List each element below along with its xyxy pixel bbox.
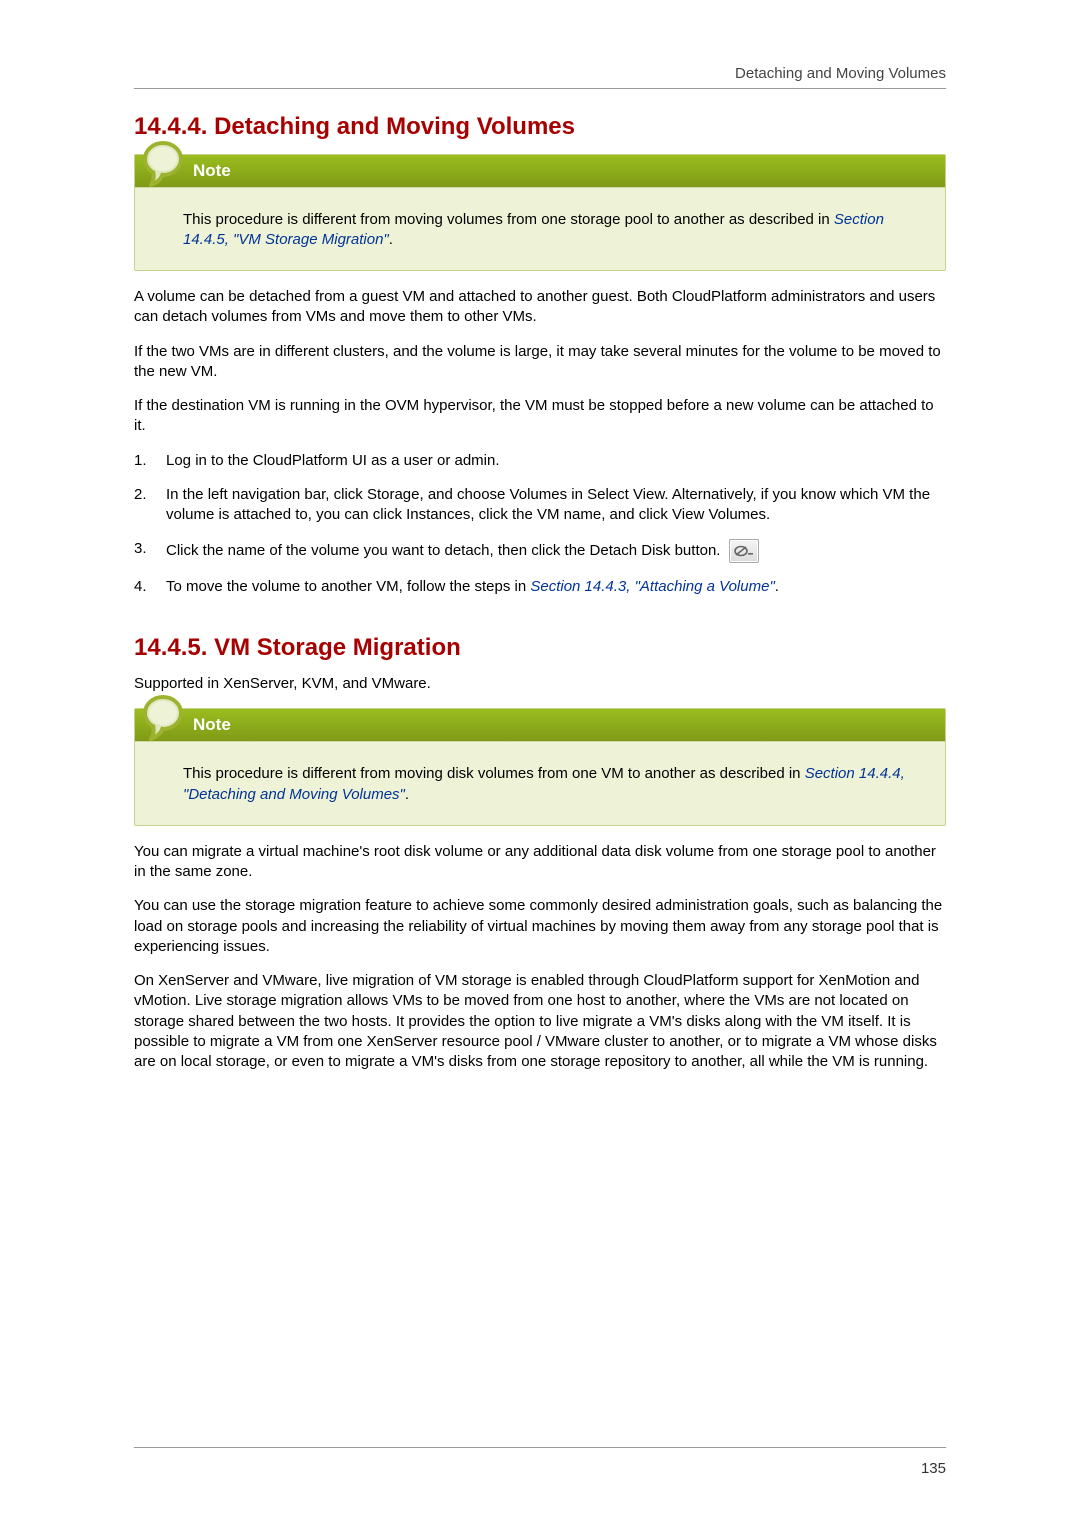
section-title-detaching: 14.4.4. Detaching and Moving Volumes — [134, 111, 946, 143]
section-title-vm-storage-migration: 14.4.5. VM Storage Migration — [134, 632, 946, 664]
note-box-migration: Note This procedure is different from mo… — [134, 708, 946, 826]
note-title-bar: Note — [135, 155, 945, 187]
note-box-detaching: Note This procedure is different from mo… — [134, 154, 946, 272]
note-body: This procedure is different from moving … — [135, 742, 945, 825]
note-speech-bubble-icon — [137, 139, 187, 187]
xref-attaching-volume[interactable]: Section 14.4.3, "Attaching a Volume" — [530, 578, 774, 595]
running-head: Detaching and Moving Volumes — [134, 64, 946, 84]
para-detach-cluster: If the two VMs are in different clusters… — [134, 342, 946, 383]
step-2: In the left navigation bar, click Storag… — [134, 485, 946, 526]
step-1: Log in to the CloudPlatform UI as a user… — [134, 451, 946, 471]
note-speech-bubble-icon — [137, 693, 187, 741]
detach-disk-icon — [729, 539, 759, 563]
header-rule — [134, 88, 946, 89]
para-detach-ovm: If the destination VM is running in the … — [134, 396, 946, 437]
note-title-bar: Note — [135, 709, 945, 741]
para-support: Supported in XenServer, KVM, and VMware. — [134, 674, 946, 694]
para-detach-intro: A volume can be detached from a guest VM… — [134, 287, 946, 328]
note-body: This procedure is different from moving … — [135, 188, 945, 271]
procedure-detach: Log in to the CloudPlatform UI as a user… — [134, 451, 946, 598]
para-migrate-1: You can migrate a virtual machine's root… — [134, 842, 946, 883]
page-number: 135 — [921, 1459, 946, 1479]
step-3: Click the name of the volume you want to… — [134, 539, 946, 563]
step-4: To move the volume to another VM, follow… — [134, 577, 946, 597]
para-migrate-3: On XenServer and VMware, live migration … — [134, 971, 946, 1072]
footer-rule — [134, 1447, 946, 1448]
para-migrate-2: You can use the storage migration featur… — [134, 896, 946, 957]
